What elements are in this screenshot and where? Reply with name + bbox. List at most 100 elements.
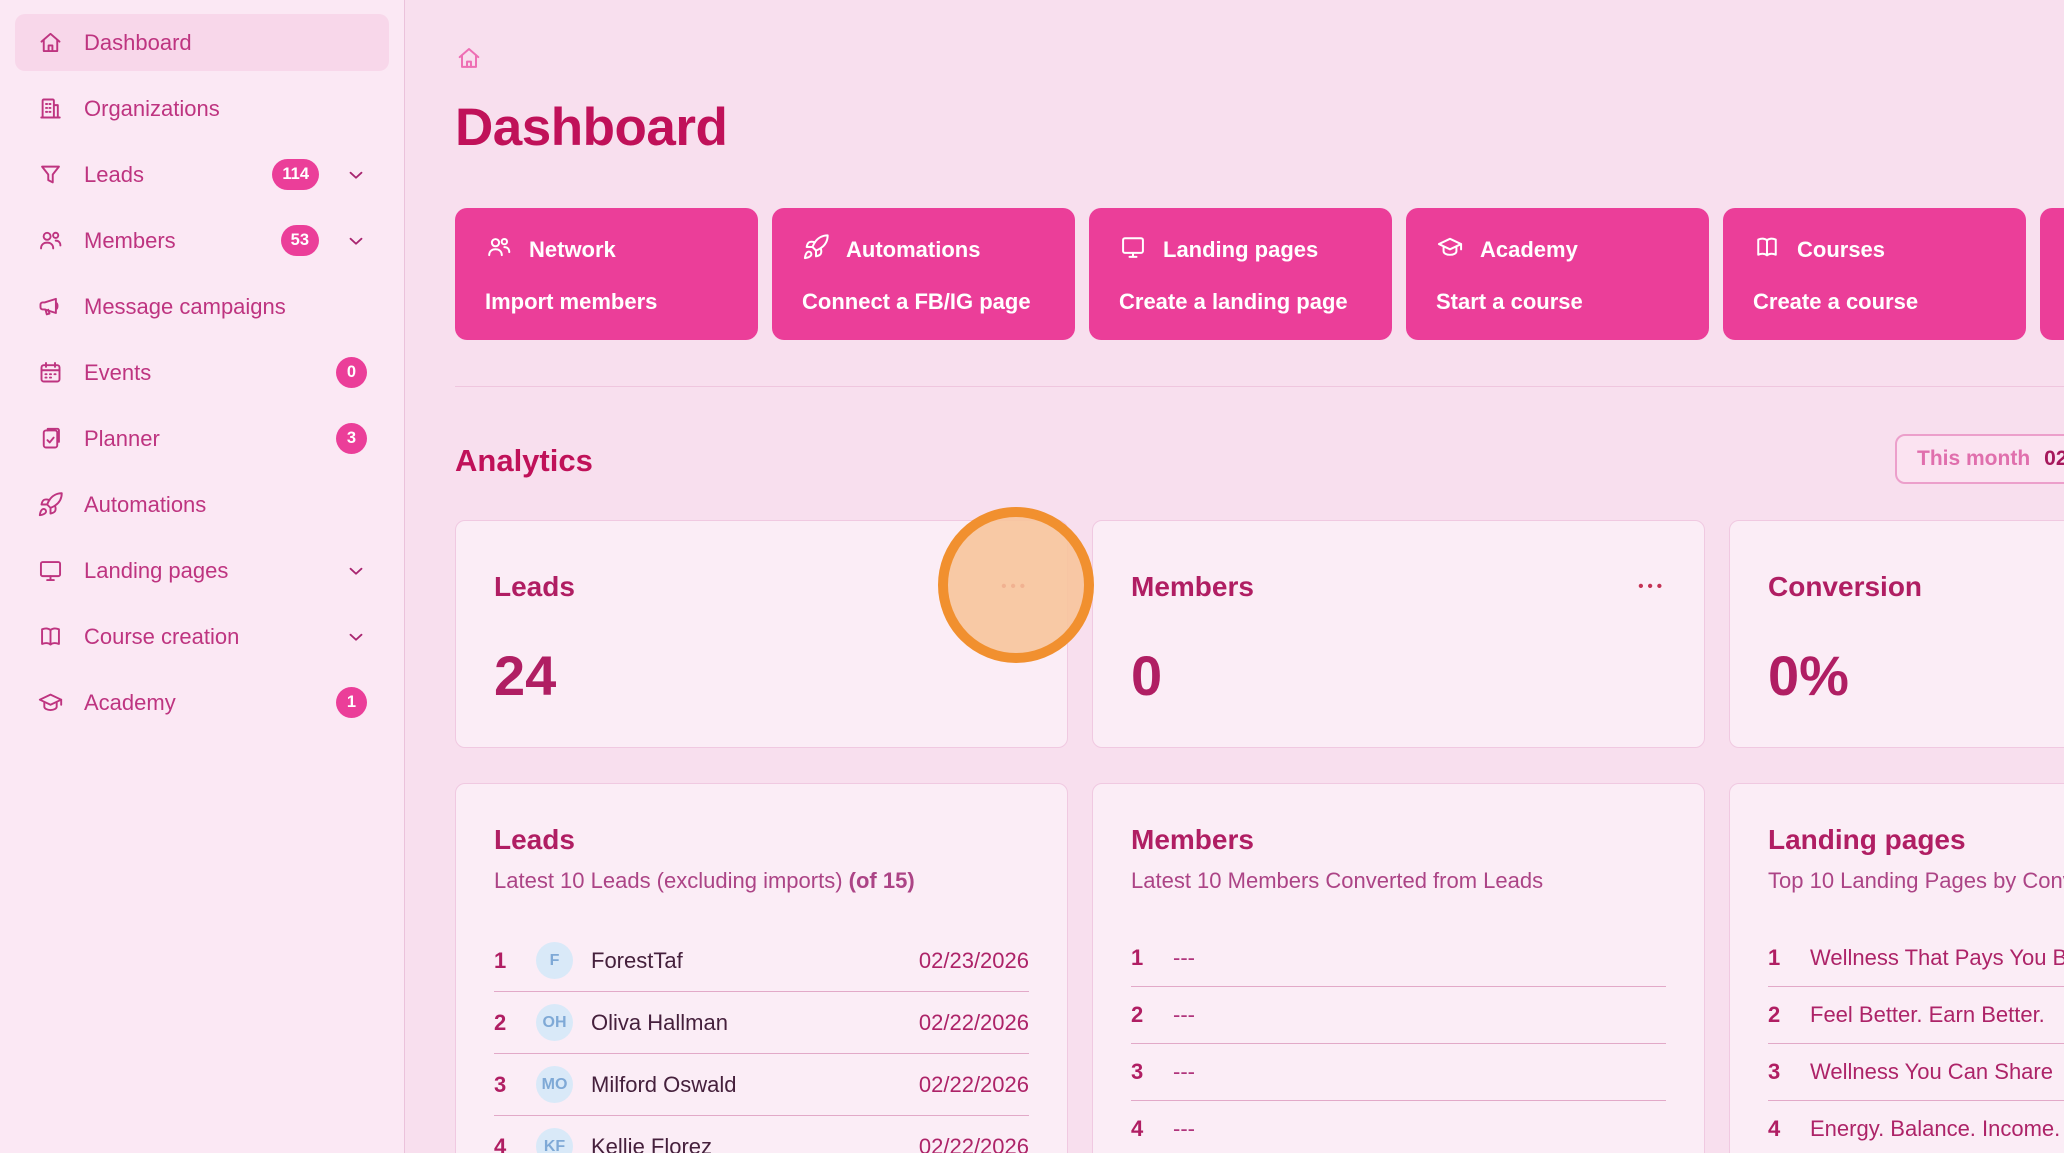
stat-title: Conversion [1768, 571, 1922, 603]
more-menu-button[interactable]: ••• [1638, 573, 1666, 601]
quick-action-title: Automations [846, 237, 980, 263]
members-count-badge: 53 [281, 225, 319, 256]
stat-card-conversion: Conversion 0% [1729, 520, 2064, 748]
row-number: 4 [1768, 1116, 1792, 1142]
events-count-badge: 0 [336, 357, 367, 388]
landing-page-row[interactable]: 2 Feel Better. Earn Better. [1768, 987, 2064, 1044]
chevron-down-icon[interactable] [345, 230, 367, 252]
lead-row[interactable]: 4 KF Kellie Florez 02/22/2026 [494, 1116, 1029, 1153]
sidebar-item-label: Organizations [84, 96, 367, 122]
avatar: F [536, 942, 573, 979]
members-rows: 1 --- 2 --- 3 --- 4 --- [1131, 930, 1666, 1153]
list-title: Landing pages [1768, 824, 2064, 856]
rocket-icon [802, 233, 830, 267]
lead-row[interactable]: 2 OH Oliva Hallman 02/22/2026 [494, 992, 1029, 1054]
lead-name: Milford Oswald [591, 1072, 901, 1098]
sidebar: Dashboard Organizations Leads 114 Member… [0, 0, 405, 1153]
planner-count-badge: 3 [336, 423, 367, 454]
quick-action-automations[interactable]: Automations Connect a FB/IG page [772, 208, 1075, 340]
quick-action-network[interactable]: Network Import members [455, 208, 758, 340]
quick-actions-row: Network Import members Automations Conne… [455, 208, 2064, 340]
sidebar-item-events[interactable]: Events 0 [15, 344, 389, 401]
member-row[interactable]: 4 --- [1131, 1101, 1666, 1153]
period-value: 02/0 [2044, 447, 2064, 471]
quick-action-subtitle: Import members [485, 289, 728, 315]
row-number: 3 [1131, 1059, 1155, 1085]
sidebar-item-landing-pages[interactable]: Landing pages [15, 542, 389, 599]
lists-row: Leads Latest 10 Leads (excluding imports… [455, 783, 2064, 1153]
sidebar-item-label: Events [84, 360, 316, 386]
sidebar-item-label: Leads [84, 162, 252, 188]
sidebar-item-label: Landing pages [84, 558, 319, 584]
list-title: Leads [494, 824, 1029, 856]
analytics-section-title: Analytics [455, 438, 2064, 484]
sidebar-item-label: Automations [84, 492, 367, 518]
period-selector[interactable]: This month 02/0 [1895, 434, 2064, 484]
stat-value: 0 [1131, 643, 1666, 708]
graduation-cap-icon [1436, 233, 1464, 267]
building-icon [37, 95, 64, 122]
sidebar-item-academy[interactable]: Academy 1 [15, 674, 389, 731]
row-number: 1 [1131, 945, 1155, 971]
landing-page-title: Wellness That Pays You Back [1810, 945, 2064, 971]
calendar-icon [37, 359, 64, 386]
list-subtitle: Top 10 Landing Pages by Convers [1768, 868, 2064, 894]
member-row[interactable]: 3 --- [1131, 1044, 1666, 1101]
list-title: Members [1131, 824, 1666, 856]
member-row[interactable]: 2 --- [1131, 987, 1666, 1044]
lead-row[interactable]: 1 F ForestTaf 02/23/2026 [494, 930, 1029, 992]
quick-action-academy[interactable]: Academy Start a course [1406, 208, 1709, 340]
member-row[interactable]: 1 --- [1131, 930, 1666, 987]
chevron-down-icon[interactable] [345, 164, 367, 186]
chevron-down-icon[interactable] [345, 560, 367, 582]
chevron-down-icon[interactable] [345, 626, 367, 648]
quick-action-title: Network [529, 237, 616, 263]
main-content: Dashboard Network Import members Automat… [405, 0, 2064, 1153]
sidebar-item-label: Academy [84, 690, 316, 716]
sidebar-item-members[interactable]: Members 53 [15, 212, 389, 269]
row-number: 1 [1768, 945, 1792, 971]
more-menu-button[interactable]: ••• [1001, 573, 1029, 601]
quick-action-title: Courses [1797, 237, 1885, 263]
list-subtitle-count: (of 15) [849, 868, 915, 893]
sidebar-item-label: Course creation [84, 624, 319, 650]
quick-action-title: Academy [1480, 237, 1578, 263]
row-number: 2 [494, 1010, 518, 1036]
sidebar-item-organizations[interactable]: Organizations [15, 80, 389, 137]
period-label: This month [1917, 447, 2030, 471]
sidebar-item-message-campaigns[interactable]: Message campaigns [15, 278, 389, 335]
sidebar-item-planner[interactable]: Planner 3 [15, 410, 389, 467]
sidebar-item-course-creation[interactable]: Course creation [15, 608, 389, 665]
list-subtitle: Latest 10 Members Converted from Leads [1131, 868, 1666, 894]
quick-action-landing-pages[interactable]: Landing pages Create a landing page [1089, 208, 1392, 340]
sidebar-item-dashboard[interactable]: Dashboard [15, 14, 389, 71]
stat-value: 0% [1768, 643, 2064, 708]
open-book-icon [37, 623, 64, 650]
landing-page-row[interactable]: 1 Wellness That Pays You Back [1768, 930, 2064, 987]
landing-page-row[interactable]: 4 Energy. Balance. Income. [1768, 1101, 2064, 1153]
clipboard-check-icon [37, 425, 64, 452]
list-subtitle-text: Latest 10 Leads (excluding imports) [494, 868, 849, 893]
row-number: 3 [494, 1072, 518, 1098]
quick-action-courses[interactable]: Courses Create a course [1723, 208, 2026, 340]
people-icon [485, 233, 513, 267]
quick-action-partial[interactable]: C [2040, 208, 2064, 340]
leads-rows: 1 F ForestTaf 02/23/2026 2 OH Oliva Hall… [494, 930, 1029, 1153]
sidebar-item-automations[interactable]: Automations [15, 476, 389, 533]
quick-action-subtitle: Connect a FB/IG page [802, 289, 1045, 315]
row-number: 1 [494, 948, 518, 974]
lead-name: Oliva Hallman [591, 1010, 901, 1036]
landing-pages-list-card: Landing pages Top 10 Landing Pages by Co… [1729, 783, 2064, 1153]
sidebar-item-label: Members [84, 228, 261, 254]
sidebar-item-label: Message campaigns [84, 294, 367, 320]
member-placeholder: --- [1173, 945, 1195, 971]
sidebar-item-leads[interactable]: Leads 114 [15, 146, 389, 203]
funnel-icon [37, 161, 64, 188]
leads-list-card: Leads Latest 10 Leads (excluding imports… [455, 783, 1068, 1153]
lead-row[interactable]: 3 MO Milford Oswald 02/22/2026 [494, 1054, 1029, 1116]
list-subtitle: Latest 10 Leads (excluding imports) (of … [494, 868, 1029, 894]
landing-page-row[interactable]: 3 Wellness You Can Share [1768, 1044, 2064, 1101]
breadcrumb-home-icon[interactable] [455, 44, 483, 77]
lead-date: 02/22/2026 [919, 1072, 1029, 1098]
leads-count-badge: 114 [272, 159, 319, 190]
